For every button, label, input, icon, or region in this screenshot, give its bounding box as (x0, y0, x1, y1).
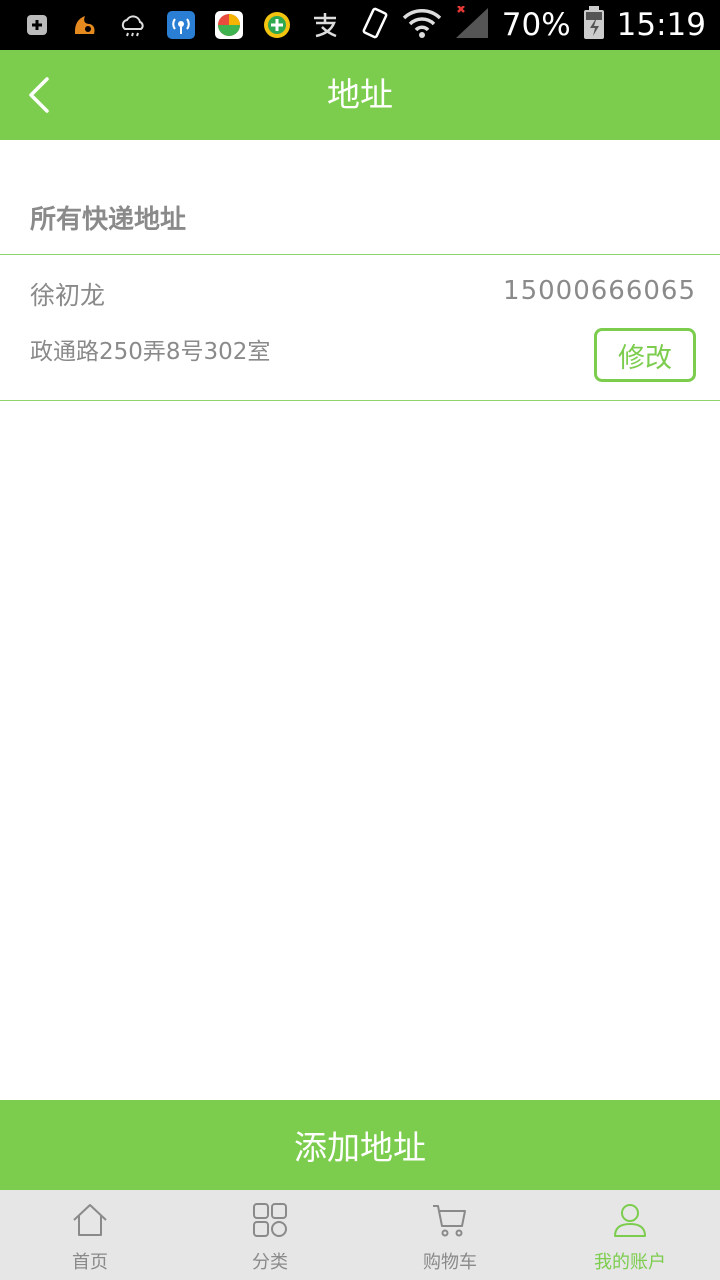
section-heading: 所有快递地址 (30, 205, 187, 235)
clock: 15:19 (616, 7, 706, 43)
wifi-icon (402, 7, 442, 43)
grid-icon (250, 1200, 290, 1240)
status-bar: 70% 15:19 (0, 0, 720, 50)
cart-icon (430, 1200, 470, 1240)
vibrate-icon (360, 6, 390, 44)
divider (0, 254, 720, 255)
divider (0, 400, 720, 401)
notification-icons (20, 9, 342, 41)
add-address-button[interactable]: 添加地址 (0, 1100, 720, 1190)
battery-percent: 70% (501, 7, 571, 43)
signal-icon (454, 5, 490, 44)
recipient-phone: 15000666065 (503, 276, 696, 306)
recipient-address: 政通路250弄8号302室 (30, 339, 271, 365)
weather-cloud-icon (116, 9, 150, 41)
home-icon (70, 1200, 110, 1240)
alipay-icon (308, 9, 342, 41)
tab-label: 购物车 (423, 1252, 477, 1273)
tab-label: 我的账户 (594, 1252, 666, 1273)
title-bar: 地址 (0, 50, 720, 140)
user-icon (610, 1200, 650, 1240)
tab-home[interactable]: 首页 (0, 1190, 180, 1280)
recipient-name: 徐初龙 (30, 281, 106, 310)
tab-label: 分类 (252, 1252, 288, 1273)
tab-account[interactable]: 我的账户 (540, 1190, 720, 1280)
add-app-icon (260, 9, 294, 41)
tab-label: 首页 (72, 1252, 108, 1273)
app-sphere-icon (212, 9, 246, 41)
battery-icon (583, 6, 605, 44)
back-button[interactable] (10, 65, 70, 125)
status-right: 70% 15:19 (360, 0, 706, 50)
uc-browser-icon (68, 9, 102, 41)
page-title: 地址 (327, 75, 393, 114)
tab-cart[interactable]: 购物车 (360, 1190, 540, 1280)
bottom-tab-bar: 首页 分类 购物车 我的账户 (0, 1190, 720, 1280)
wifi-hotspot-icon (164, 9, 198, 41)
edit-address-button[interactable]: 修改 (594, 328, 696, 382)
chevron-left-icon (29, 77, 49, 113)
tab-category[interactable]: 分类 (180, 1190, 360, 1280)
plus-icon (20, 9, 54, 41)
